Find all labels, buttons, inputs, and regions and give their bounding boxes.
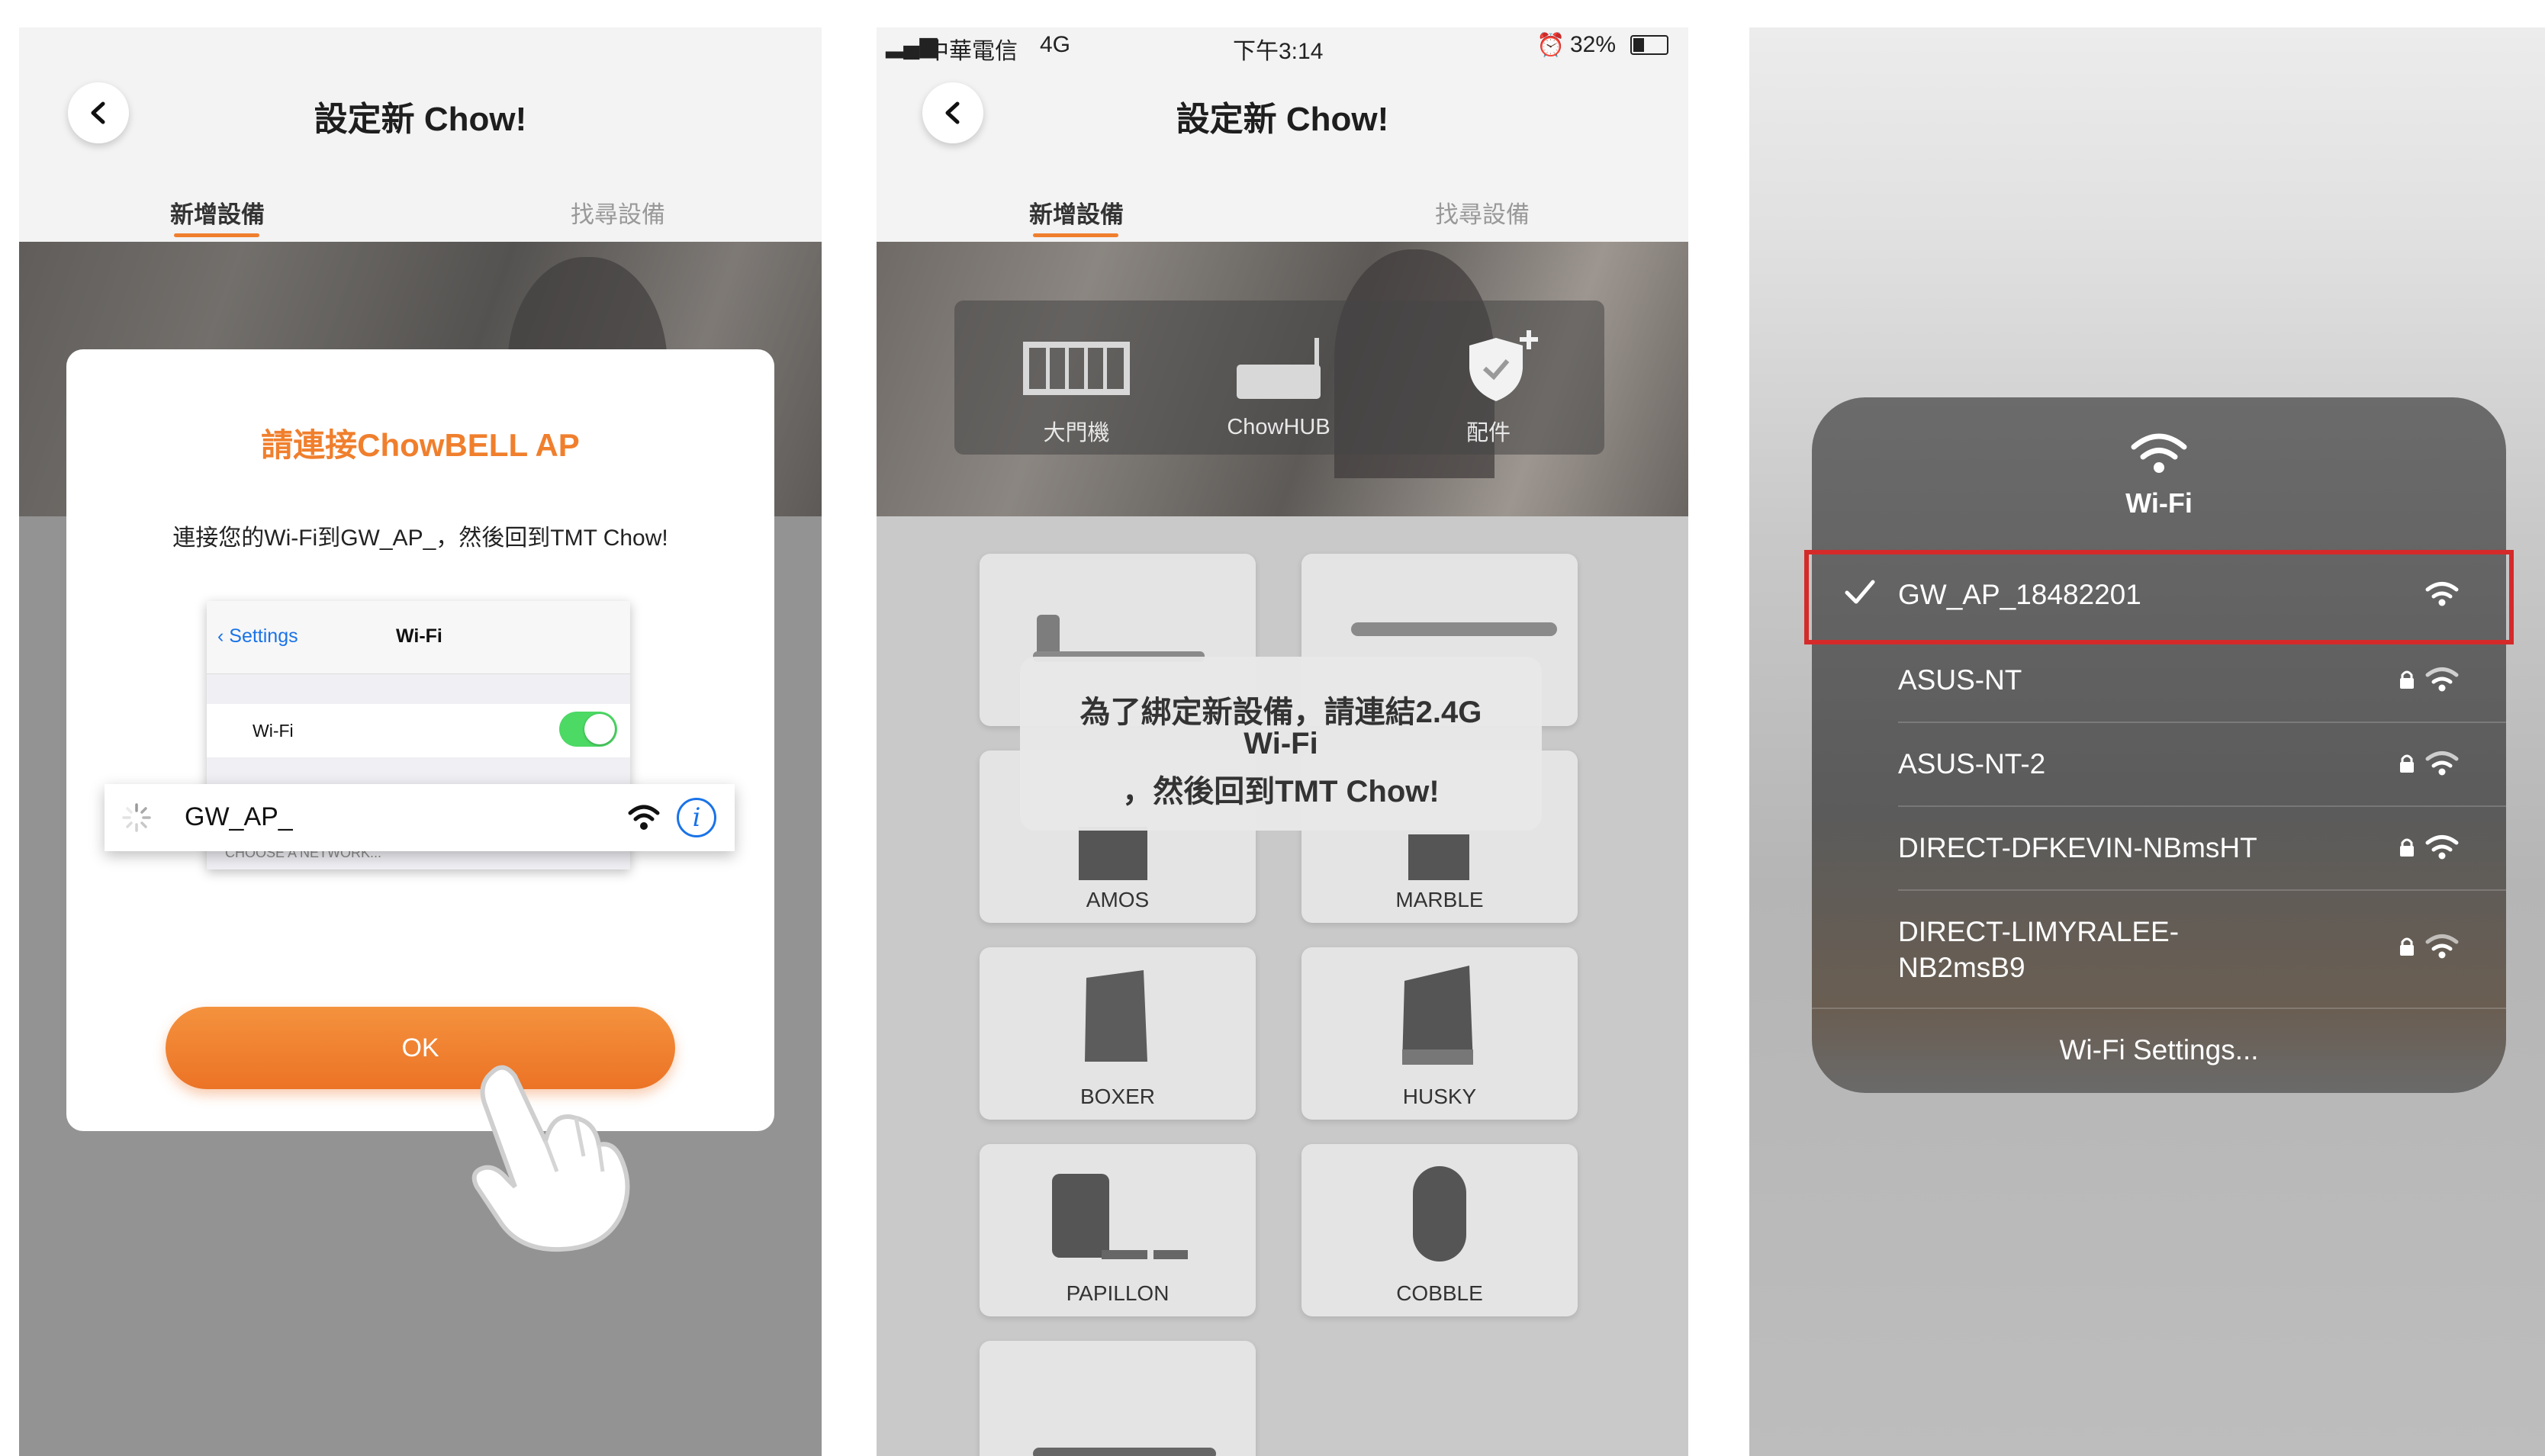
gate-opener-icon	[1033, 1448, 1216, 1456]
list-divider	[1898, 722, 2506, 723]
gate-icon	[1023, 342, 1130, 395]
list-divider	[1898, 805, 2506, 807]
app-header: 設定新 Chow! 新增設備 找尋設備	[19, 27, 822, 242]
ios-nav-bar: ‹ Settings Wi-Fi	[207, 601, 630, 674]
wifi-signal-icon	[2425, 835, 2459, 860]
model-label: HUSKY	[1402, 1085, 1477, 1108]
toast-line-1: 為了綁定新設備，請連結2.4G	[1079, 696, 1482, 729]
wifi-toggle	[559, 712, 617, 747]
loading-spinner-icon	[122, 803, 151, 832]
network-type: 4G	[1040, 32, 1071, 57]
ios-settings-back: ‹ Settings	[217, 625, 298, 647]
model-label: BOXER	[1079, 1085, 1156, 1108]
lock-icon	[2400, 937, 2414, 956]
dialog-message: 連接您的Wi-Fi到GW_AP_，然後回到TMT Chow!	[172, 526, 668, 551]
network-name: DIRECT-LIMYRALEE-	[1898, 916, 2180, 947]
wifi-network-panel: Wi-Fi GW_AP_18482201 ASUS-NT ASUS-NT-2 D…	[1804, 397, 2514, 1093]
lock-icon	[2400, 838, 2414, 857]
alarm-icon: ⏰	[1536, 33, 1565, 58]
checkmark-icon	[1845, 580, 1875, 604]
model-label: PAPILLON	[1066, 1281, 1170, 1305]
marble-device-icon	[1408, 834, 1469, 880]
model-card-bottom[interactable]	[980, 1341, 1256, 1456]
ap-network-row: GW_AP_ i	[105, 784, 735, 851]
papillon-device-icon	[1052, 1174, 1188, 1259]
wifi-signal-icon	[2425, 934, 2459, 959]
wifi-signal-icon	[2425, 667, 2459, 692]
tap-hand-icon	[471, 1065, 630, 1252]
network-name-line-2: NB2msB9	[1898, 952, 2025, 983]
battery-percent: 32%	[1570, 32, 1617, 57]
network-name: ASUS-NT	[1898, 664, 2022, 696]
toast-line-2: Wi-Fi	[1244, 727, 1318, 760]
lock-icon	[2400, 670, 2414, 689]
ios-back-label: Settings	[229, 625, 298, 647]
wifi-settings-button[interactable]: Wi-Fi Settings...	[1812, 1034, 2506, 1066]
ap-network-name: GW_AP_	[185, 802, 293, 831]
ios-nav-title: Wi-Fi	[396, 625, 442, 647]
wifi-signal-icon	[628, 805, 660, 830]
tab-add-device[interactable]: 新增設備	[170, 195, 265, 230]
network-name: DIRECT-DFKEVIN-NBmsHT	[1898, 832, 2257, 863]
model-label: AMOS	[1086, 888, 1150, 911]
info-icon: i	[677, 798, 716, 837]
husky-device-icon	[1402, 966, 1473, 1065]
carrier-label: 中華電信	[926, 39, 1018, 64]
device-type-label: 配件	[1466, 421, 1511, 445]
status-bar: ▂▄▆ 中華電信 4G 下午3:14 ⏰ 32%	[877, 27, 1688, 66]
ios-wifi-label: Wi-Fi	[253, 721, 294, 741]
wifi-signal-icon	[2425, 582, 2459, 606]
network-name: ASUS-NT-2	[1898, 748, 2046, 779]
tab-find-device[interactable]: 找尋設備	[571, 195, 665, 230]
list-divider	[1812, 1008, 2506, 1009]
tab-active-indicator	[174, 233, 259, 237]
app-header: ▂▄▆ 中華電信 4G 下午3:14 ⏰ 32% 設定新 Chow! 新增設備 …	[877, 27, 1688, 242]
toast-line-3: ，然後回到TMT Chow!	[1122, 775, 1440, 808]
model-card-cobble[interactable]: COBBLE	[1301, 1144, 1578, 1316]
phone-screen-add-device-dialog: 設定新 Chow! 新增設備 找尋設備 請連接ChowBELL AP 連接您的W…	[19, 27, 822, 1456]
boxer-device-icon	[1085, 970, 1147, 1062]
list-divider	[1898, 889, 2506, 891]
amos-device-icon	[1079, 827, 1147, 880]
device-type-selector: 大門機 ChowHUB 配件	[954, 301, 1604, 455]
wifi-icon	[2131, 433, 2187, 473]
gate-opener-icon	[1351, 622, 1557, 636]
connect-ap-dialog: 請連接ChowBELL AP 連接您的Wi-Fi到GW_AP_，然後回到TMT …	[66, 349, 774, 1131]
phone-screen-ios-wifi-panel: Wi-Fi GW_AP_18482201 ASUS-NT ASUS-NT-2 D…	[1749, 27, 2545, 1456]
lock-icon	[2400, 754, 2414, 773]
page-title: 設定新 Chow!	[314, 101, 527, 138]
hub-icon	[1237, 338, 1321, 399]
battery-icon	[1630, 35, 1668, 55]
toggle-knob	[584, 714, 615, 744]
device-type-label: ChowHUB	[1227, 415, 1330, 439]
model-card-papillon[interactable]: PAPILLON	[980, 1144, 1256, 1316]
tab-active-indicator	[1033, 233, 1118, 237]
status-time: 下午3:14	[1233, 39, 1324, 64]
ios-wifi-toggle-row: Wi-Fi	[207, 704, 630, 757]
wifi-bind-toast: 為了綁定新設備，請連結2.4G Wi-Fi ，然後回到TMT Chow!	[1020, 657, 1542, 831]
device-type-label: 大門機	[1043, 421, 1110, 445]
network-name: GW_AP_18482201	[1898, 579, 2141, 610]
cobble-device-icon	[1413, 1166, 1466, 1262]
model-card-husky[interactable]: HUSKY	[1301, 947, 1578, 1120]
model-label: MARBLE	[1395, 888, 1484, 911]
shield-plus-icon	[1469, 330, 1538, 401]
panel-title: Wi-Fi	[2125, 487, 2193, 519]
tab-add-device[interactable]: 新增設備	[1029, 195, 1124, 230]
wifi-signal-icon	[2425, 751, 2459, 776]
page-title: 設定新 Chow!	[1176, 101, 1389, 138]
model-label: COBBLE	[1396, 1281, 1483, 1305]
dialog-title: 請連接ChowBELL AP	[261, 427, 580, 463]
model-card-boxer[interactable]: BOXER	[980, 947, 1256, 1120]
phone-screen-device-list: ▂▄▆ 中華電信 4G 下午3:14 ⏰ 32% 設定新 Chow! 新增設備 …	[877, 27, 1688, 1456]
tab-find-device[interactable]: 找尋設備	[1435, 195, 1530, 230]
